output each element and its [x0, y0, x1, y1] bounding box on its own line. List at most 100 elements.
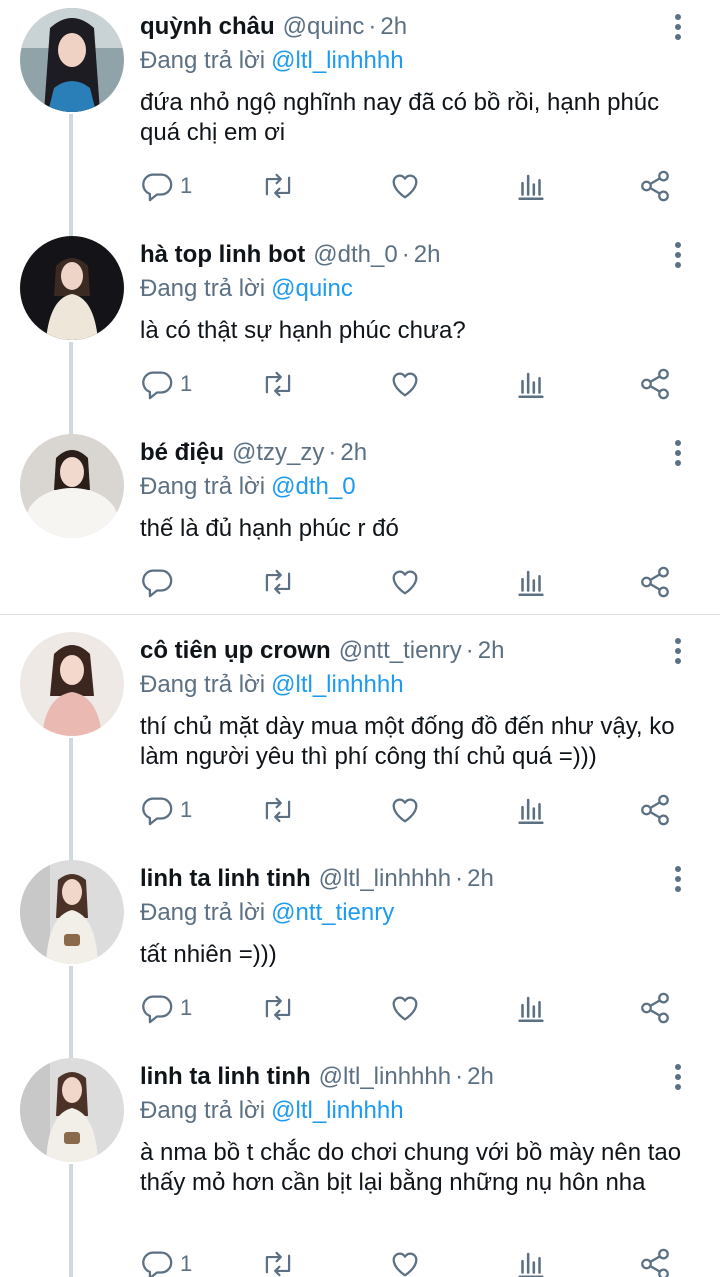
analytics-icon [518, 798, 544, 825]
retweet-icon [265, 569, 291, 595]
user-handle[interactable]: @ltl_linhhhh [319, 1063, 451, 1090]
tweet[interactable]: quỳnh châu @quinc · 2h Đang trả lời @ltl_lin… [0, 0, 720, 230]
tweet-header: linh ta linh tinh @ltl_linhhhh · 2h [140, 1062, 660, 1092]
replying-to: Đang trả lời @ltl_linhhhh [140, 670, 404, 700]
reply-mention-link[interactable]: @ltl_linhhhh [271, 47, 403, 74]
display-name[interactable]: bé điệu [140, 439, 224, 466]
separator-dot: · [455, 1063, 464, 1090]
user-handle[interactable]: @ntt_tienry [339, 637, 462, 664]
tweet[interactable]: bé điệu @tzy_zy · 2h Đang trả lời @dth_0 thế… [0, 426, 720, 614]
reply-button[interactable]: 1 [140, 166, 192, 206]
like-button[interactable] [388, 562, 422, 602]
timestamp[interactable]: 2h [414, 241, 441, 268]
retweet-button[interactable] [260, 364, 296, 404]
avatar[interactable] [20, 860, 124, 964]
reply-count: 1 [180, 173, 193, 198]
separator-dot: · [401, 241, 410, 268]
reply-count: 1 [180, 797, 193, 822]
like-button[interactable] [388, 790, 422, 830]
analytics-icon [518, 372, 544, 399]
reply-count: 1 [180, 995, 193, 1020]
timestamp[interactable]: 2h [340, 439, 367, 466]
reply-button[interactable]: 1 [140, 988, 192, 1028]
tweet[interactable]: linh ta linh tinh @ltl_linhhhh · 2h Đang tr… [0, 1050, 720, 1277]
user-handle[interactable]: @ltl_linhhhh [319, 865, 451, 892]
analytics-icon [518, 570, 544, 597]
reply-count: 1 [180, 1251, 193, 1276]
display-name[interactable]: linh ta linh tinh [140, 865, 311, 892]
tweet[interactable]: linh ta linh tinh @ltl_linhhhh · 2h Đang tr… [0, 852, 720, 1050]
like-button[interactable] [388, 1244, 422, 1277]
tweet[interactable]: cô tiên ụp crown @ntt_tienry · 2h Đang trả … [0, 624, 720, 852]
display-name[interactable]: cô tiên ụp crown [140, 637, 331, 664]
reply-mention-link[interactable]: @ltl_linhhhh [271, 671, 403, 698]
tweet-header: linh ta linh tinh @ltl_linhhhh · 2h [140, 864, 660, 894]
retweet-button[interactable] [260, 1244, 296, 1277]
more-vertical-icon[interactable] [670, 866, 686, 894]
reply-mention-link[interactable]: @dth_0 [271, 473, 355, 500]
reply-mention-link[interactable]: @ntt_tienry [271, 899, 394, 926]
share-icon [641, 170, 669, 202]
heart-icon [392, 372, 418, 397]
analytics-button[interactable] [514, 364, 548, 404]
user-handle[interactable]: @dth_0 [313, 241, 397, 268]
display-name[interactable]: quỳnh châu [140, 13, 275, 40]
analytics-button[interactable] [514, 988, 548, 1028]
avatar[interactable] [20, 8, 124, 112]
analytics-icon [518, 174, 544, 201]
replying-to: Đang trả lời @quinc [140, 274, 353, 304]
analytics-button[interactable] [514, 562, 548, 602]
timestamp[interactable]: 2h [467, 1063, 494, 1090]
reply-button[interactable]: 1 [140, 790, 192, 830]
share-button[interactable] [638, 562, 672, 602]
avatar[interactable] [20, 632, 124, 736]
reply-button[interactable]: 1 [140, 1244, 192, 1277]
tweet-header: bé điệu @tzy_zy · 2h [140, 438, 660, 468]
replying-to: Đang trả lời @ltl_linhhhh [140, 46, 404, 76]
timestamp[interactable]: 2h [380, 13, 407, 40]
separator-dot: · [455, 865, 464, 892]
avatar-photo [20, 860, 124, 964]
more-vertical-icon[interactable] [670, 440, 686, 468]
more-vertical-icon[interactable] [670, 14, 686, 42]
share-button[interactable] [638, 1244, 672, 1277]
reply-button[interactable]: 1 [140, 364, 192, 404]
user-handle[interactable]: @tzy_zy [232, 439, 324, 466]
avatar[interactable] [20, 236, 124, 340]
user-handle[interactable]: @quinc [283, 13, 365, 40]
analytics-button[interactable] [514, 1244, 548, 1277]
avatar-photo [20, 1058, 124, 1162]
retweet-icon [265, 371, 291, 397]
tweet[interactable]: hà top linh bot @dth_0 · 2h Đang trả lời @qu… [0, 228, 720, 426]
more-vertical-icon[interactable] [670, 638, 686, 666]
timestamp[interactable]: 2h [478, 637, 505, 664]
retweet-button[interactable] [260, 988, 296, 1028]
retweet-button[interactable] [260, 562, 296, 602]
share-button[interactable] [638, 166, 672, 206]
reply-icon [142, 173, 173, 202]
like-button[interactable] [388, 988, 422, 1028]
retweet-icon [265, 1251, 291, 1277]
replying-to: Đang trả lời @ntt_tienry [140, 898, 394, 928]
display-name[interactable]: linh ta linh tinh [140, 1063, 311, 1090]
share-button[interactable] [638, 790, 672, 830]
timestamp[interactable]: 2h [467, 865, 494, 892]
like-button[interactable] [388, 166, 422, 206]
analytics-button[interactable] [514, 790, 548, 830]
more-vertical-icon[interactable] [670, 1064, 686, 1092]
share-button[interactable] [638, 364, 672, 404]
separator-dot: · [328, 439, 337, 466]
display-name[interactable]: hà top linh bot [140, 241, 305, 268]
reply-button[interactable] [140, 562, 180, 602]
share-button[interactable] [638, 988, 672, 1028]
like-button[interactable] [388, 364, 422, 404]
avatar[interactable] [20, 434, 124, 538]
reply-mention-link[interactable]: @ltl_linhhhh [271, 1097, 403, 1124]
analytics-button[interactable] [514, 166, 548, 206]
more-vertical-icon[interactable] [670, 242, 686, 270]
share-icon [641, 794, 669, 826]
avatar[interactable] [20, 1058, 124, 1162]
retweet-button[interactable] [260, 166, 296, 206]
reply-mention-link[interactable]: @quinc [271, 275, 353, 302]
retweet-button[interactable] [260, 790, 296, 830]
